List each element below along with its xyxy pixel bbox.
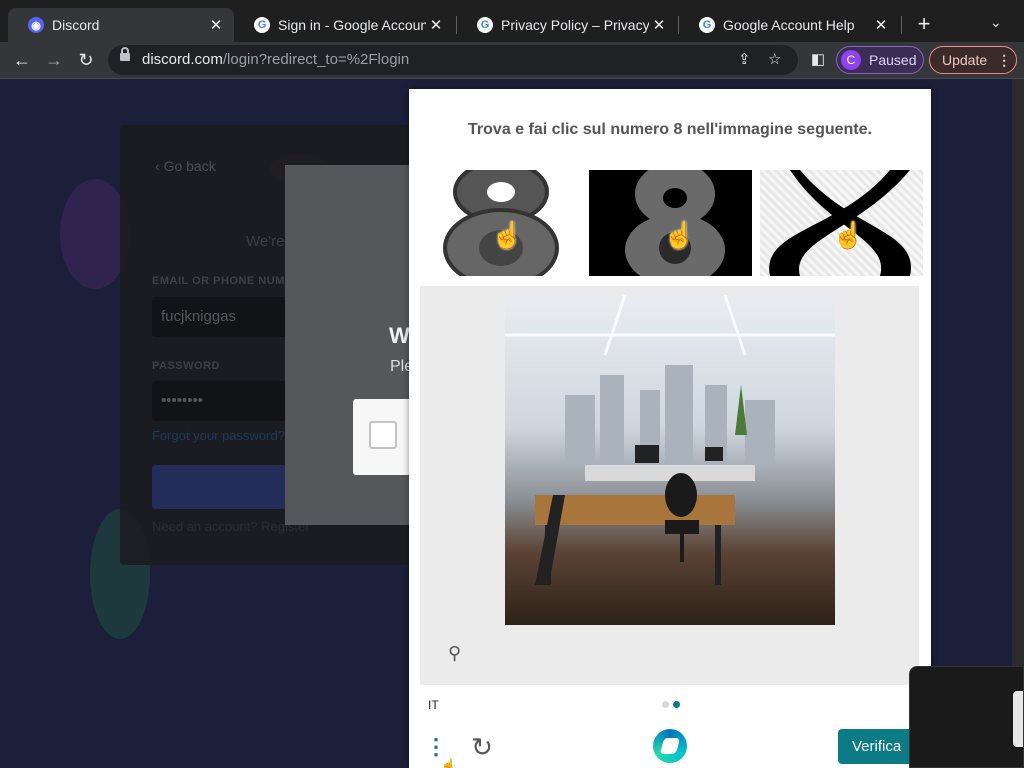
google-icon: G [254,17,270,33]
url-text: discord.com/login?redirect_to=%2Flogin [142,51,410,68]
share-icon[interactable]: ⇪ [738,50,751,68]
tab-privacy-policy[interactable]: G Privacy Policy – Privacy & Te ✕ [457,8,677,42]
example-image-2: ☝ [589,170,752,276]
captcha-checkbox[interactable] [369,421,397,449]
tab-title: Discord [52,17,100,33]
google-icon: G [699,17,715,33]
example-image-3: ☝ [760,170,923,276]
profile-status: Paused [869,52,917,68]
back-arrow-icon[interactable]: ← [10,48,34,72]
verify-modal-title: W [389,323,410,348]
more-vert-icon: ⋮ [997,51,1012,68]
welcome-subtitle: We're [246,233,285,250]
go-back-link[interactable]: ‹ Go back [155,158,216,174]
close-icon[interactable]: ✕ [426,16,446,34]
close-icon[interactable]: ✕ [649,16,669,34]
browser-toolbar: ← → ↻ discord.com/login?redirect_to=%2Fl… [0,42,1024,79]
lock-icon [120,47,130,61]
update-label: Update [942,52,988,68]
tab-title: Sign in - Google Accounts [278,17,426,33]
chevron-down-icon[interactable]: ⌄ [990,14,1002,31]
google-icon: G [477,17,493,33]
hand-cursor-icon: ☝ [663,220,696,250]
close-icon[interactable]: ✕ [206,16,226,34]
page-dot-inactive [662,701,669,708]
example-eight-glyph [443,170,559,276]
hcaptcha-logo-icon [653,729,687,763]
profile-button[interactable]: C Paused [836,46,924,74]
page-dot-active [673,701,680,708]
password-label: PASSWORD [152,360,220,372]
language-selector[interactable]: IT [428,698,439,712]
tab-google-signin[interactable]: G Sign in - Google Accounts ✕ [234,8,454,42]
tab-title: Google Account Help [723,17,855,33]
office-scene [505,295,835,585]
avatar: C [841,50,861,70]
hand-cursor-icon: ☝ [491,220,524,250]
side-panel-icon[interactable]: ◧ [806,48,830,72]
hand-cursor-icon: ☝ [832,220,865,250]
reload-icon[interactable]: ↻ [74,48,98,72]
tab-strip: ◉ Discord ✕ G Sign in - Google Accounts … [0,0,1024,42]
forward-arrow-icon[interactable]: → [42,48,66,72]
update-button[interactable]: Update ⋮ [929,46,1017,74]
address-bar[interactable]: discord.com/login?redirect_to=%2Flogin ⇪… [108,45,798,75]
refresh-icon[interactable]: ↻ [467,732,497,762]
challenge-image[interactable] [505,295,835,625]
star-icon[interactable]: ☆ [768,50,781,68]
tab-account-help[interactable]: G Google Account Help ✕ [679,8,899,42]
tab-separator [901,16,902,34]
discord-icon: ◉ [28,17,44,33]
mouse-pointer-icon: ☝ [441,758,456,768]
example-image-1: ☝ [443,170,606,276]
tab-discord[interactable]: ◉ Discord ✕ [8,8,234,42]
dark-overlay-panel [909,666,1024,768]
close-icon[interactable]: ✕ [871,16,891,34]
panel-handle[interactable] [1013,691,1023,747]
page-scrollbar[interactable] [1012,79,1024,768]
forgot-password-link[interactable]: Forgot your password? [152,428,285,443]
tab-title: Privacy Policy – Privacy & Te [501,17,649,33]
captcha-challenge: Trova e fai clic sul numero 8 nell'immag… [409,89,931,768]
new-tab-button[interactable]: + [912,12,936,36]
captcha-prompt: Trova e fai clic sul numero 8 nell'immag… [468,121,872,138]
challenge-area: ⚲ [420,286,919,685]
zoom-icon[interactable]: ⚲ [448,643,461,664]
